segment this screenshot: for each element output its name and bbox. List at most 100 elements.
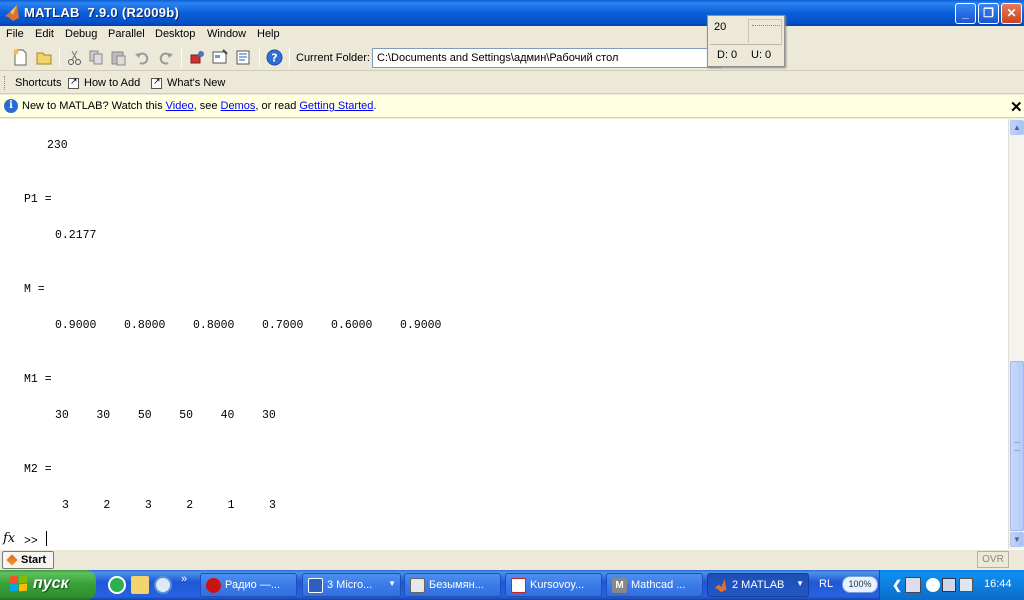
task-radio[interactable]: Радио —... — [200, 573, 297, 597]
scroll-thumb[interactable] — [1010, 361, 1024, 531]
menu-parallel[interactable]: Parallel — [108, 28, 145, 40]
shortcuts-toolbar: Shortcuts How to Add What's New — [0, 72, 1024, 94]
matlab-start-icon — [6, 554, 18, 566]
shortcut-icon — [68, 76, 79, 89]
shortcuts-label: Shortcuts — [15, 77, 62, 89]
task-label: Безымян... — [429, 579, 484, 591]
scroll-up-icon[interactable]: ▲ — [1010, 120, 1024, 135]
close-button[interactable]: ✕ — [1001, 3, 1022, 24]
ovr-indicator: OVR — [977, 551, 1009, 568]
svg-text:?: ? — [271, 52, 277, 65]
vertical-scrollbar[interactable]: ▲ ▼ — [1008, 119, 1024, 549]
toolbar-separator — [181, 49, 182, 67]
shortcut-icon — [151, 76, 162, 89]
info-text: , see — [193, 100, 221, 112]
start-label: пуск — [33, 575, 69, 592]
menu-edit[interactable]: Edit — [35, 28, 54, 40]
scroll-down-icon[interactable]: ▼ — [1010, 532, 1024, 547]
paint-icon — [410, 578, 425, 593]
counter-popup[interactable]: 20 D: 0 U: 0 — [707, 15, 785, 67]
tray-disconnect-icon[interactable] — [905, 577, 921, 593]
paste-icon[interactable] — [110, 49, 127, 66]
zoom-indicator[interactable]: 100% — [842, 576, 878, 593]
task-label: Kursovoy... — [530, 579, 585, 591]
tray-clock-icon[interactable] — [926, 578, 940, 592]
redo-icon[interactable] — [157, 49, 174, 66]
function-browser-icon[interactable]: fx — [3, 531, 15, 546]
group-caret-icon: ▼ — [388, 579, 396, 588]
menu-desktop[interactable]: Desktop — [155, 28, 195, 40]
start-button-label: Start — [21, 554, 47, 566]
tray-arrow-icon[interactable]: ❮ — [892, 578, 906, 592]
folder-icon[interactable] — [131, 576, 149, 594]
guide-icon[interactable] — [212, 49, 229, 66]
menu-help[interactable]: Help — [257, 28, 280, 40]
task-paint[interactable]: Безымян... — [404, 573, 501, 597]
info-icon: i — [4, 99, 18, 113]
getting-started-link[interactable]: Getting Started — [299, 100, 373, 112]
output-line: 230 — [47, 139, 68, 152]
profiler-icon[interactable] — [235, 49, 252, 66]
shortcut-whats-new[interactable]: What's New — [167, 77, 225, 89]
task-label: Mathcad ... — [631, 579, 686, 591]
output-line: P1 = — [24, 193, 52, 206]
info-message: New to MATLAB? Watch this Video, see Dem… — [22, 100, 376, 112]
demos-link[interactable]: Demos — [221, 100, 256, 112]
utorrent-icon[interactable] — [108, 576, 126, 594]
group-caret-icon: ▼ — [796, 579, 804, 588]
windows-start-button[interactable]: пуск — [0, 570, 96, 600]
video-link[interactable]: Video — [166, 100, 194, 112]
text-cursor — [46, 531, 47, 546]
toolbar: ? Current Folder: C:\Documents and Setti… — [0, 45, 1024, 71]
current-folder-field[interactable]: C:\Documents and Settings\админ\Рабочий … — [372, 48, 722, 68]
current-folder-label: Current Folder: — [296, 52, 370, 64]
toolbar-grip[interactable] — [4, 76, 7, 90]
matlab-logo-icon — [5, 5, 19, 21]
restore-button[interactable]: ❐ — [978, 3, 999, 24]
help-icon[interactable]: ? — [266, 49, 283, 66]
output-line: 30 30 50 50 40 30 — [55, 409, 276, 422]
tray-device-icon[interactable] — [959, 578, 973, 592]
simulink-icon[interactable] — [189, 49, 206, 66]
new-file-icon[interactable] — [12, 49, 29, 66]
info-text: , or read — [255, 100, 300, 112]
cut-icon[interactable] — [66, 49, 83, 66]
title-bar[interactable]: MATLAB 7.9.0 (R2009b) _ ❐ ✕ — [0, 0, 1024, 26]
popup-d-label: D: 0 — [717, 49, 738, 61]
shortcut-how-to-add[interactable]: How to Add — [84, 77, 140, 89]
menu-window[interactable]: Window — [207, 28, 246, 40]
output-line: 0.9000 0.8000 0.8000 0.7000 0.6000 0.900… — [55, 319, 442, 332]
task-pdf[interactable]: Kursovoy... — [505, 573, 602, 597]
matlab-start-button[interactable]: Start — [2, 551, 54, 569]
task-mathcad[interactable]: M Mathcad ... — [606, 573, 703, 597]
copy-icon[interactable] — [88, 49, 105, 66]
task-label: Радио —... — [225, 579, 280, 591]
window-title: MATLAB 7.9.0 (R2009b) — [24, 5, 180, 20]
undo-icon[interactable] — [134, 49, 151, 66]
output-line: 3 2 3 2 1 3 — [62, 499, 276, 512]
task-label: 3 Micro... — [327, 579, 373, 591]
close-infobar-icon[interactable]: ✕ — [1010, 98, 1023, 116]
language-indicator[interactable]: RL — [819, 578, 833, 590]
output-line: M1 = — [24, 373, 52, 386]
media-player-icon[interactable] — [154, 576, 172, 594]
popup-value: 20 — [714, 21, 727, 33]
pdf-icon — [511, 578, 526, 593]
word-icon — [308, 578, 323, 593]
tray-network-icon[interactable] — [942, 578, 956, 592]
task-label: 2 MATLAB — [732, 579, 785, 591]
info-bar: i New to MATLAB? Watch this Video, see D… — [0, 95, 1024, 118]
minimize-button[interactable]: _ — [955, 3, 976, 24]
menu-bar: File Edit Debug Parallel Desktop Window … — [0, 26, 1024, 44]
matlab-icon — [714, 578, 727, 593]
output-line: M = — [24, 283, 45, 296]
open-folder-icon[interactable] — [36, 49, 53, 66]
output-line: M2 = — [24, 463, 52, 476]
menu-file[interactable]: File — [6, 28, 24, 40]
command-prompt: >> — [24, 535, 38, 548]
menu-debug[interactable]: Debug — [65, 28, 97, 40]
task-matlab[interactable]: 2 MATLAB ▼ — [707, 573, 809, 597]
task-microsoft-word[interactable]: 3 Micro... ▼ — [302, 573, 401, 597]
command-window[interactable]: 230 P1 = 0.2177 M = 0.9000 0.8000 0.8000… — [0, 119, 1008, 549]
quicklaunch-more-icon[interactable]: » — [181, 573, 187, 585]
